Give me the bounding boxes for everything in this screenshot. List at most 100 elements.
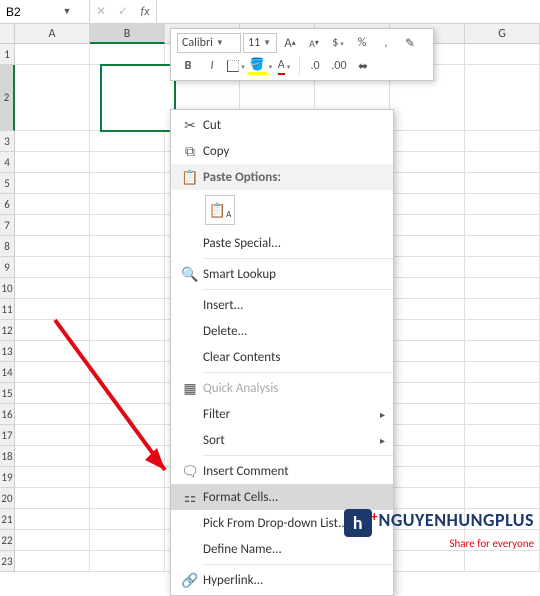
cell[interactable]: [465, 404, 540, 425]
select-all-corner[interactable]: [0, 24, 15, 44]
cell[interactable]: [90, 341, 165, 362]
cell[interactable]: [465, 425, 540, 446]
cell[interactable]: [465, 383, 540, 404]
row-header[interactable]: 3: [0, 131, 15, 152]
cell[interactable]: [15, 131, 90, 152]
cell[interactable]: [390, 173, 465, 194]
cell[interactable]: [90, 299, 165, 320]
cell[interactable]: [90, 425, 165, 446]
percent-button[interactable]: %: [351, 33, 373, 53]
row-header[interactable]: 16: [0, 404, 15, 425]
cell[interactable]: [390, 194, 465, 215]
col-header[interactable]: G: [465, 24, 540, 44]
cell[interactable]: [15, 320, 90, 341]
cell[interactable]: [90, 173, 165, 194]
cell[interactable]: [15, 530, 90, 551]
row-header[interactable]: 17: [0, 425, 15, 446]
cell[interactable]: [90, 551, 165, 572]
menu-sort[interactable]: Sort▸: [171, 427, 393, 453]
cell[interactable]: [465, 320, 540, 341]
decrease-decimal-button[interactable]: .0: [304, 56, 326, 76]
row-header[interactable]: 21: [0, 509, 15, 530]
menu-smart-lookup[interactable]: 🔍Smart Lookup: [171, 261, 393, 287]
menu-insert-comment[interactable]: 🗨Insert Comment: [171, 458, 393, 484]
cell[interactable]: [90, 236, 165, 257]
cell[interactable]: [90, 131, 165, 152]
cell[interactable]: [15, 257, 90, 278]
cell[interactable]: [15, 509, 90, 530]
cell[interactable]: [90, 530, 165, 551]
cell[interactable]: [465, 65, 540, 131]
cell[interactable]: [465, 299, 540, 320]
menu-hyperlink[interactable]: 🔗Hyperlink...: [171, 567, 393, 593]
row-header[interactable]: 6: [0, 194, 15, 215]
row-header[interactable]: 18: [0, 446, 15, 467]
cell[interactable]: [390, 467, 465, 488]
cell[interactable]: [390, 551, 465, 572]
cell[interactable]: [15, 278, 90, 299]
cell[interactable]: [15, 488, 90, 509]
row-header[interactable]: 11: [0, 299, 15, 320]
cell[interactable]: [15, 341, 90, 362]
cell[interactable]: [390, 446, 465, 467]
border-button[interactable]: [225, 56, 247, 76]
cell[interactable]: [15, 194, 90, 215]
cell[interactable]: [90, 65, 165, 131]
cell[interactable]: [390, 362, 465, 383]
cell[interactable]: [90, 383, 165, 404]
row-header[interactable]: 13: [0, 341, 15, 362]
cell[interactable]: [90, 488, 165, 509]
paste-keep-source-button[interactable]: 📋A: [205, 195, 235, 225]
cell[interactable]: [465, 341, 540, 362]
cell[interactable]: [390, 278, 465, 299]
cell[interactable]: [15, 467, 90, 488]
cell[interactable]: [465, 488, 540, 509]
cell[interactable]: [465, 446, 540, 467]
font-color-button[interactable]: A: [273, 56, 295, 76]
name-box-input[interactable]: [4, 3, 60, 21]
cell[interactable]: [390, 320, 465, 341]
cell[interactable]: [15, 551, 90, 572]
cell[interactable]: [15, 425, 90, 446]
cell[interactable]: [90, 44, 165, 65]
cell[interactable]: [390, 404, 465, 425]
cell[interactable]: [15, 173, 90, 194]
cell[interactable]: [465, 194, 540, 215]
cell[interactable]: [465, 467, 540, 488]
cell[interactable]: [465, 257, 540, 278]
cell[interactable]: [390, 425, 465, 446]
cell[interactable]: [15, 383, 90, 404]
increase-decimal-button[interactable]: .00: [328, 56, 350, 76]
row-header[interactable]: 8: [0, 236, 15, 257]
row-header[interactable]: 23: [0, 551, 15, 572]
row-header[interactable]: 15: [0, 383, 15, 404]
cell[interactable]: [15, 404, 90, 425]
cell[interactable]: [390, 152, 465, 173]
cell[interactable]: [465, 278, 540, 299]
row-header[interactable]: 19: [0, 467, 15, 488]
menu-clear-contents[interactable]: Clear Contents: [171, 344, 393, 370]
row-header[interactable]: 12: [0, 320, 15, 341]
cell[interactable]: [390, 236, 465, 257]
insert-function-icon[interactable]: fx: [134, 5, 156, 19]
cell[interactable]: [15, 44, 90, 65]
cell[interactable]: [390, 383, 465, 404]
menu-cut[interactable]: ✂Cut: [171, 112, 393, 138]
comma-button[interactable]: ,: [375, 33, 397, 53]
cell[interactable]: [15, 215, 90, 236]
menu-filter[interactable]: Filter▸: [171, 401, 393, 427]
menu-format-cells[interactable]: ⚏Format Cells...: [171, 484, 393, 510]
italic-button[interactable]: I: [201, 56, 223, 76]
col-header[interactable]: B: [90, 24, 165, 44]
col-header[interactable]: A: [15, 24, 90, 44]
grow-font-button[interactable]: A▴: [279, 33, 301, 53]
row-header[interactable]: 22: [0, 530, 15, 551]
cell[interactable]: [15, 152, 90, 173]
cell[interactable]: [390, 131, 465, 152]
cell[interactable]: [90, 509, 165, 530]
cell[interactable]: [90, 278, 165, 299]
cell[interactable]: [465, 362, 540, 383]
name-box-dropdown-icon[interactable]: ▼: [60, 6, 74, 17]
cell[interactable]: [465, 236, 540, 257]
cell[interactable]: [390, 215, 465, 236]
